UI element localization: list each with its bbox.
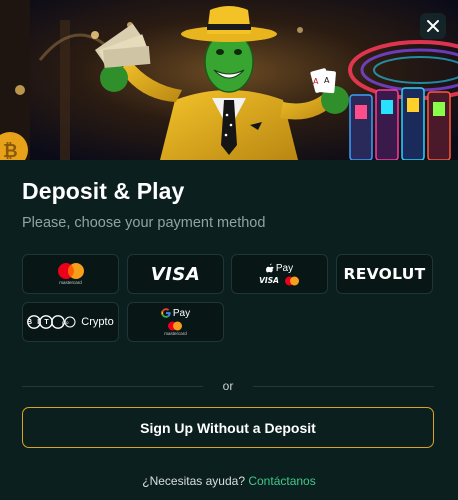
hero-illustration: ₿ A A — [0, 0, 458, 160]
visa-logo: VISA — [150, 263, 201, 285]
google-pay-label: Pay — [172, 307, 191, 319]
contact-link[interactable]: Contáctanos — [248, 474, 315, 488]
modal-subtitle: Please, choose your payment method — [22, 215, 266, 231]
divider-line-left — [22, 385, 203, 387]
or-divider: or — [22, 376, 435, 396]
apple-pay-visa-mini: VISA — [259, 276, 279, 285]
hero-banner: ₿ A A — [0, 0, 458, 160]
payment-method-revolut[interactable]: REVOLUT — [336, 254, 433, 294]
svg-text:A: A — [324, 76, 330, 85]
payment-method-apple-pay[interactable]: Pay VISA — [231, 254, 328, 294]
close-button[interactable] — [420, 13, 446, 39]
apple-pay-label: Pay — [275, 262, 294, 274]
payment-method-crypto[interactable]: BIT pro Crypto — [22, 302, 119, 342]
payment-method-google-pay[interactable]: Pay mastercard — [127, 302, 224, 342]
deposit-modal: ₿ A A Deposit & Play Please, choose your… — [0, 0, 458, 500]
bitpro-letters: BIT — [27, 318, 54, 326]
crypto-label: Crypto — [81, 316, 114, 328]
bitpro-logo: BIT pro Crypto — [27, 315, 114, 329]
revolut-logo: REVOLUT — [343, 265, 426, 283]
google-g-icon — [161, 308, 171, 318]
apple-icon — [265, 263, 274, 273]
divider-text: or — [222, 379, 234, 393]
google-pay-logo: Pay — [161, 308, 190, 319]
signup-without-deposit-button[interactable]: Sign Up Without a Deposit — [22, 407, 434, 448]
mastercard-mini-icon — [284, 276, 299, 285]
payment-method-visa[interactable]: VISA — [127, 254, 224, 294]
mastercard-mini-icon — [168, 321, 183, 330]
divider-line-right — [253, 385, 435, 387]
google-pay-mastercard-caption: mastercard — [164, 330, 187, 336]
close-icon — [427, 20, 439, 32]
help-footer: ¿Necesitas ayuda? Contáctanos — [0, 474, 458, 488]
mastercard-caption: mastercard — [59, 280, 82, 285]
svg-text:A: A — [313, 77, 319, 86]
help-question: ¿Necesitas ayuda? — [142, 474, 245, 488]
bitpro-suffix: pro — [62, 319, 69, 325]
payment-method-mastercard[interactable]: mastercard — [22, 254, 119, 294]
apple-pay-logo: Pay — [265, 262, 294, 274]
svg-text:₿: ₿ — [3, 141, 18, 160]
modal-title: Deposit & Play — [22, 178, 185, 204]
mastercard-logo-icon — [57, 263, 84, 279]
